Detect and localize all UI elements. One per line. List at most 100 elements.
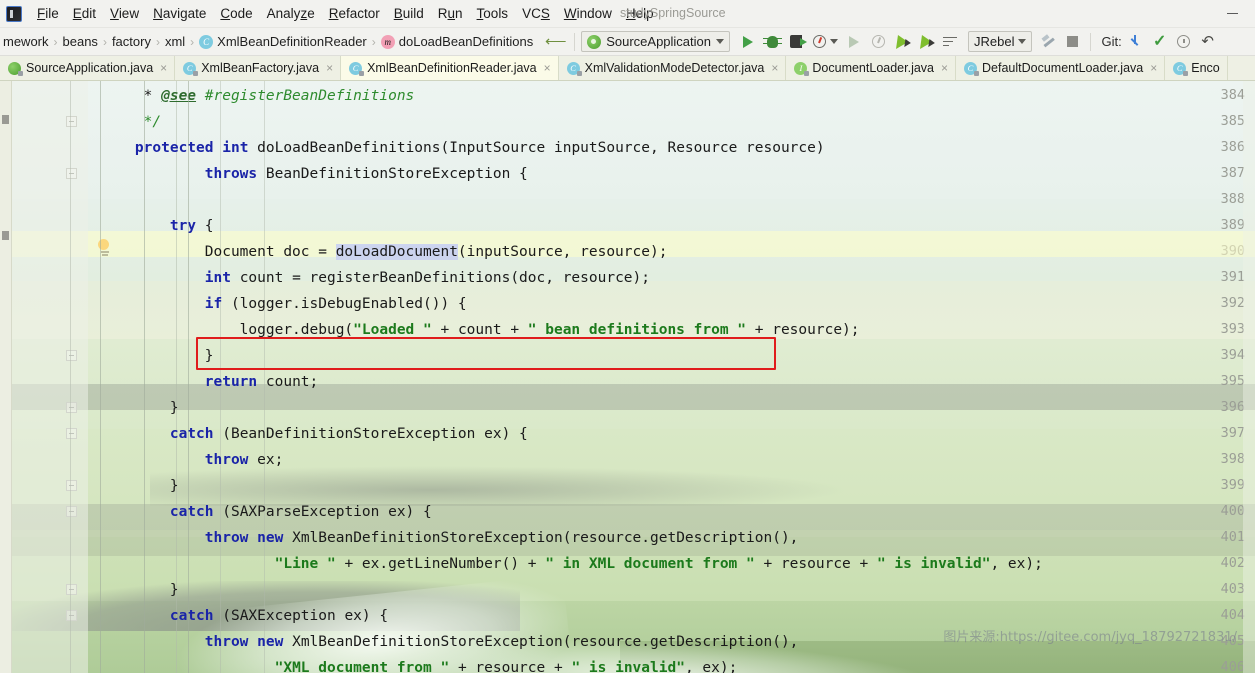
attach-profiler-button[interactable] — [866, 31, 890, 53]
breadcrumb-label: mework — [3, 34, 49, 49]
git-history-button[interactable] — [1172, 31, 1196, 53]
run-dashboard-button[interactable] — [938, 31, 962, 53]
indent-guide — [100, 81, 101, 673]
code-line-386: protected int doLoadBeanDefinitions(Inpu… — [134, 140, 825, 156]
class-icon: C — [1173, 61, 1189, 76]
breadcrumb-item-class[interactable]: C XmlBeanDefinitionReader — [196, 34, 370, 49]
build-button[interactable] — [1036, 31, 1060, 53]
tab-encoded-resource[interactable]: C Enco — [1165, 56, 1228, 80]
tab-source-application[interactable]: SourceApplication.java × — [0, 56, 176, 80]
class-icon: C — [566, 61, 582, 76]
run-configuration-selector[interactable]: SourceApplication — [581, 31, 730, 52]
code-line-396: } — [100, 400, 179, 416]
jrebel-debug-icon — [919, 34, 933, 49]
breadcrumb-item-xml[interactable]: xml — [162, 34, 188, 49]
run-button[interactable] — [736, 31, 760, 53]
tab-xml-validation-mode-detector[interactable]: C XmlValidationModeDetector.java × — [558, 56, 787, 80]
debug-button[interactable] — [760, 31, 784, 53]
code-text[interactable]: * @see #registerBeanDefinitions */ prote… — [88, 81, 1255, 673]
interface-icon: I — [794, 61, 810, 76]
breadcrumb-label: doLoadBeanDefinitions — [398, 34, 534, 49]
close-icon[interactable]: × — [1150, 61, 1157, 75]
profiler-dim-icon — [871, 35, 885, 48]
tab-document-loader[interactable]: I DocumentLoader.java × — [786, 56, 957, 80]
breadcrumb: mework › beans › factory › xml › C XmlBe… — [0, 28, 536, 55]
breadcrumb-label: XmlBeanDefinitionReader — [217, 34, 367, 49]
close-icon[interactable]: × — [771, 61, 778, 75]
git-update-button[interactable] — [1124, 31, 1148, 53]
breadcrumb-item-factory[interactable]: factory — [109, 34, 154, 49]
navigation-toolbar: mework › beans › factory › xml › C XmlBe… — [0, 28, 1255, 56]
code-line-391: int count = registerBeanDefinitions(doc,… — [204, 270, 650, 286]
scrollbar-marker-column[interactable] — [1243, 81, 1255, 673]
code-line-401: throw new XmlBeanDefinitionStoreExceptio… — [204, 530, 799, 546]
jrebel-debug-button[interactable] — [914, 31, 938, 53]
tab-default-document-loader[interactable]: C DefaultDocumentLoader.java × — [956, 56, 1166, 80]
minimize-button[interactable] — [1219, 4, 1245, 22]
menu-item-run[interactable]: Run — [431, 3, 470, 24]
method-icon: m — [380, 34, 395, 49]
breadcrumb-separator: › — [53, 34, 58, 49]
indent-guide — [188, 81, 189, 673]
run-icon — [743, 35, 753, 48]
rollback-undo-icon: ↶ — [1201, 33, 1214, 50]
menu-item-view[interactable]: View — [103, 3, 146, 24]
breadcrumb-separator: › — [371, 34, 376, 49]
class-icon: C — [199, 34, 214, 49]
jrebel-run-button[interactable] — [890, 31, 914, 53]
menu-item-analyze[interactable]: Analyze — [260, 3, 322, 24]
breadcrumb-item-method[interactable]: m doLoadBeanDefinitions — [378, 34, 536, 49]
menu-item-tools[interactable]: Tools — [470, 3, 516, 24]
jrebel-selector[interactable]: JRebel — [968, 31, 1033, 52]
code-editor[interactable]: 2: Structure Favorites Build 7: Run 3843… — [0, 81, 1255, 673]
tab-label: XmlValidationModeDetector.java — [584, 61, 765, 75]
close-icon[interactable]: × — [326, 61, 333, 75]
jrebel-run-icon — [895, 34, 909, 49]
code-line-398: throw ex; — [204, 452, 284, 468]
menu-item-build[interactable]: Build — [387, 3, 431, 24]
code-line-406: "XML document from " + resource + " is i… — [274, 660, 738, 673]
code-line-385: */ — [143, 114, 162, 130]
breadcrumb-item-mework[interactable]: mework — [0, 34, 52, 49]
spring-class-icon — [8, 61, 23, 76]
menu-item-vcs[interactable]: VCS — [515, 3, 557, 24]
tab-xml-bean-factory[interactable]: C XmlBeanFactory.java × — [175, 56, 342, 80]
menu-bar: File Edit View Navigate Code Analyze Ref… — [0, 0, 1255, 28]
source-watermark: 图片来源:https://gitee.com/jyq_18792721831/ — [943, 630, 1237, 645]
close-icon[interactable]: × — [941, 61, 948, 75]
wrench-icon[interactable]: ⟶ — [544, 31, 568, 53]
chevron-down-icon — [829, 39, 838, 44]
rerun-button[interactable] — [842, 31, 866, 53]
stop-button[interactable] — [1060, 31, 1084, 53]
menu-item-navigate[interactable]: Navigate — [146, 3, 213, 24]
history-clock-icon — [1177, 35, 1191, 48]
menu-item-code[interactable]: Code — [213, 3, 259, 24]
code-line-397: catch (BeanDefinitionStoreException ex) … — [169, 426, 528, 442]
tab-xml-bean-definition-reader[interactable]: C XmlBeanDefinitionReader.java × — [341, 56, 559, 80]
menu-item-window[interactable]: Window — [557, 3, 619, 24]
code-line-395: return count; — [204, 374, 319, 390]
indent-guide — [144, 81, 145, 673]
toolbar-divider — [1090, 32, 1092, 51]
menu-item-file[interactable]: File — [30, 3, 66, 24]
breadcrumb-item-beans[interactable]: beans — [60, 34, 101, 49]
debug-bug-icon — [762, 35, 782, 48]
toolbar-divider — [574, 32, 576, 51]
run-with-coverage-button[interactable] — [784, 31, 808, 53]
git-commit-button[interactable]: ✓ — [1148, 31, 1172, 53]
update-project-icon — [1129, 34, 1142, 49]
menu-item-edit[interactable]: Edit — [66, 3, 103, 24]
tab-label: SourceApplication.java — [26, 61, 154, 75]
menu-item-refactor[interactable]: Refactor — [322, 3, 387, 24]
chevron-down-icon — [1018, 39, 1027, 44]
profile-button[interactable] — [808, 31, 842, 53]
breadcrumb-separator: › — [102, 34, 107, 49]
close-icon[interactable]: × — [544, 61, 551, 75]
close-icon[interactable]: × — [160, 61, 167, 75]
code-line-405: throw new XmlBeanDefinitionStoreExceptio… — [204, 634, 799, 650]
class-icon: C — [964, 61, 980, 76]
code-line-403: } — [100, 582, 179, 598]
code-line-389: try { — [169, 218, 214, 234]
left-tool-window-stripe[interactable]: 2: Structure Favorites Build 7: Run — [0, 81, 12, 673]
git-rollback-button[interactable]: ↶ — [1196, 31, 1220, 53]
